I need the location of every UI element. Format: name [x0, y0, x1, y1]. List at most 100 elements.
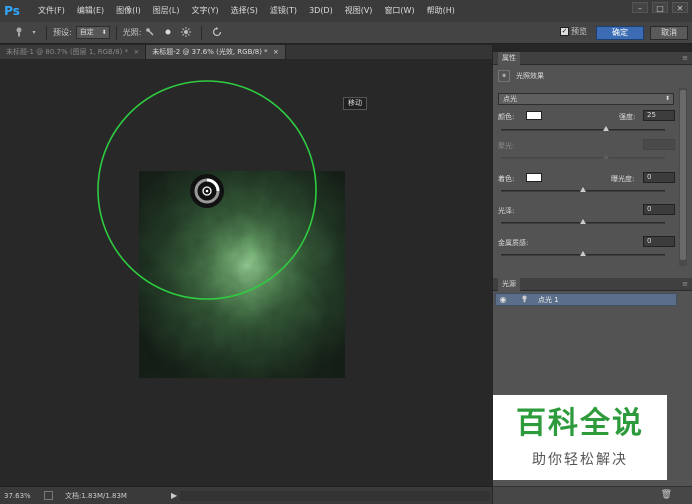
- ambient-color-swatch[interactable]: [526, 173, 542, 182]
- menu-3d[interactable]: 3D(D): [303, 0, 339, 22]
- window-controls: – □ ✕: [632, 2, 688, 13]
- hotspot-slider: [501, 154, 665, 159]
- preset-label: 预设:: [53, 28, 72, 37]
- metallic-input[interactable]: 0: [643, 236, 675, 247]
- canvas-artwork: [97, 80, 345, 378]
- chevron-down-icon: ⬍: [664, 95, 670, 102]
- ps-logo: Ps: [4, 4, 20, 18]
- panel-menu-icon[interactable]: ≡: [682, 54, 688, 62]
- status-menu-arrow[interactable]: ▶: [171, 491, 177, 500]
- light-label: 光照:: [122, 28, 142, 37]
- slider-knob[interactable]: [580, 251, 586, 256]
- lighting-effects-icon: ✶: [498, 70, 510, 82]
- canvas-area[interactable]: [0, 60, 492, 485]
- spot-light-icon[interactable]: [143, 26, 157, 39]
- document-tabs: 未标题-1 @ 80.7% (图层 1, RGB/8) * × 未标题-2 @ …: [0, 45, 492, 59]
- photoshop-window: Ps 文件(F) 编辑(E) 图像(I) 图层(L) 文字(Y) 选择(S) 滤…: [0, 0, 692, 504]
- tool-preset-chevron-icon[interactable]: ▾: [30, 26, 38, 39]
- menu-select[interactable]: 选择(S): [225, 0, 264, 22]
- metallic-slider[interactable]: [501, 251, 665, 256]
- light-name: 点光 1: [538, 295, 559, 304]
- lights-panel-header: 光源 ≡: [493, 277, 692, 291]
- tab-document-1[interactable]: 未标题-1 @ 80.7% (图层 1, RGB/8) * ×: [0, 45, 147, 59]
- horizontal-scrollbar[interactable]: [180, 491, 490, 501]
- watermark-title: 百科全说: [516, 406, 644, 441]
- watermark-subtitle: 助你轻松解决: [532, 452, 628, 468]
- light-type-select[interactable]: 点光 ⬍: [498, 93, 674, 105]
- effect-title-row: ✶ 光照效果: [498, 70, 544, 82]
- menu-type[interactable]: 文字(Y): [185, 0, 224, 22]
- watermark-logo: 百科全说 助你轻松解决: [493, 395, 667, 480]
- menu-bar: Ps 文件(F) 编辑(E) 图像(I) 图层(L) 文字(Y) 选择(S) 滤…: [0, 0, 692, 22]
- gloss-slider[interactable]: [501, 219, 665, 224]
- light-type-value: 点光: [503, 95, 517, 103]
- exposure-slider[interactable]: [501, 187, 665, 192]
- close-button[interactable]: ✕: [672, 2, 688, 13]
- menu-image[interactable]: 图像(I): [110, 0, 147, 22]
- status-bar: 37.63% 文档:1.83M/1.83M ▶: [0, 486, 492, 504]
- doc-status-icon: [44, 491, 53, 500]
- scrollbar-thumb[interactable]: [680, 90, 686, 260]
- options-bar: ▾ 预设: 自定 ⬍ 光照: ✓ 预览 确定 取消: [0, 22, 692, 44]
- preset-value: 自定: [79, 28, 94, 36]
- lights-panel-footer: 🗑: [493, 486, 692, 504]
- menu-edit[interactable]: 编辑(E): [71, 0, 110, 22]
- ok-button[interactable]: 确定: [596, 26, 644, 40]
- lighting-tool-icon[interactable]: [12, 26, 26, 39]
- eye-icon[interactable]: ◉: [496, 295, 510, 304]
- move-tooltip: 移动: [343, 97, 367, 110]
- divider: [115, 25, 117, 40]
- menu-view[interactable]: 视图(V): [339, 0, 379, 22]
- colorize-label: 着色:: [498, 175, 515, 183]
- reset-rotate-icon[interactable]: [210, 26, 224, 39]
- hotspot-input: [643, 139, 675, 150]
- restore-button[interactable]: □: [652, 2, 668, 13]
- menu-help[interactable]: 帮助(H): [421, 0, 461, 22]
- menu-layer[interactable]: 图层(L): [147, 0, 186, 22]
- lights-tab[interactable]: 光源: [498, 277, 520, 291]
- zoom-level[interactable]: 37.63%: [4, 492, 38, 500]
- slider-knob: [603, 154, 609, 159]
- preview-label: 预览: [571, 27, 587, 36]
- light-position-handle[interactable]: [190, 174, 224, 208]
- point-light-icon: [520, 294, 534, 305]
- intensity-input[interactable]: 25: [643, 110, 675, 121]
- menu-filter[interactable]: 滤镜(T): [264, 0, 303, 22]
- infinite-light-icon[interactable]: [179, 26, 193, 39]
- intensity-label: 强度:: [619, 113, 636, 121]
- tab-document-2[interactable]: 未标题-2 @ 37.6% (光效, RGB/8) * ×: [146, 45, 286, 59]
- metallic-label: 金属质感:: [498, 239, 529, 247]
- panel-menu-icon[interactable]: ≡: [682, 280, 688, 288]
- close-icon[interactable]: ×: [133, 48, 139, 56]
- close-icon[interactable]: ×: [273, 48, 279, 56]
- light-color-swatch[interactable]: [526, 111, 542, 120]
- cancel-button[interactable]: 取消: [650, 26, 688, 40]
- minimize-button[interactable]: –: [632, 2, 648, 13]
- menu-list: 文件(F) 编辑(E) 图像(I) 图层(L) 文字(Y) 选择(S) 滤镜(T…: [32, 0, 461, 22]
- color-label: 颜色:: [498, 113, 515, 121]
- slider-knob[interactable]: [580, 187, 586, 192]
- slider-knob[interactable]: [603, 126, 609, 131]
- checkmark-icon[interactable]: ✓: [560, 27, 569, 36]
- list-item[interactable]: ◉ 点光 1: [495, 293, 677, 306]
- menu-file[interactable]: 文件(F): [32, 0, 71, 22]
- tab-label: 未标题-2 @ 37.6% (光效, RGB/8) *: [152, 48, 268, 56]
- effect-title: 光照效果: [516, 72, 544, 80]
- exposure-input[interactable]: 0: [643, 172, 675, 183]
- gloss-input[interactable]: 0: [643, 204, 675, 215]
- properties-tab[interactable]: 属性: [498, 51, 520, 65]
- hotspot-label: 聚光:: [498, 142, 515, 150]
- slider-knob[interactable]: [580, 219, 586, 224]
- preview-toggle[interactable]: ✓ 预览: [560, 26, 587, 37]
- intensity-slider[interactable]: [501, 126, 665, 131]
- preset-select[interactable]: 自定 ⬍: [75, 26, 110, 39]
- properties-scrollbar[interactable]: [679, 88, 687, 266]
- exposure-label: 曝光度:: [611, 175, 635, 183]
- point-light-icon[interactable]: [161, 26, 175, 39]
- menu-window[interactable]: 窗口(W): [378, 0, 420, 22]
- right-panel: 属性 ≡ ✶ 光照效果 点光 ⬍ 颜色: 强度: 25 聚光: 着色: 曝光度:…: [493, 51, 692, 504]
- trash-icon[interactable]: 🗑: [661, 490, 672, 500]
- chevron-down-icon: ⬍: [101, 29, 107, 36]
- image-texture: [139, 171, 345, 378]
- tab-label: 未标题-1 @ 80.7% (图层 1, RGB/8) *: [6, 48, 129, 56]
